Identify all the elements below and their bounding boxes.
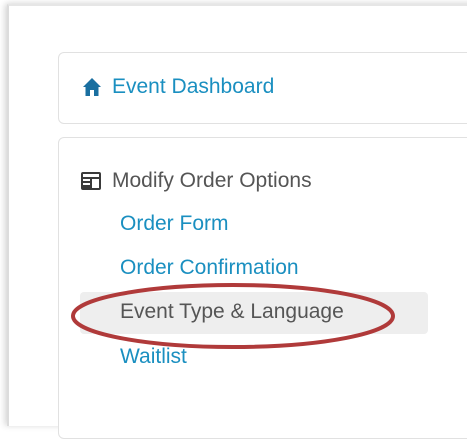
event-dashboard-label: Event Dashboard (112, 75, 275, 98)
event-dashboard-link[interactable]: Event Dashboard (82, 74, 274, 100)
order-form-link[interactable]: Order Form (120, 212, 229, 236)
modify-order-options-label: Modify Order Options (112, 169, 312, 192)
home-icon (82, 77, 102, 97)
modify-order-options-header: Modify Order Options (80, 169, 312, 193)
waitlist-link[interactable]: Waitlist (120, 345, 187, 369)
form-layout-icon (80, 171, 102, 191)
event-type-language-link[interactable]: Event Type & Language (120, 300, 344, 324)
order-confirmation-link[interactable]: Order Confirmation (120, 256, 299, 280)
